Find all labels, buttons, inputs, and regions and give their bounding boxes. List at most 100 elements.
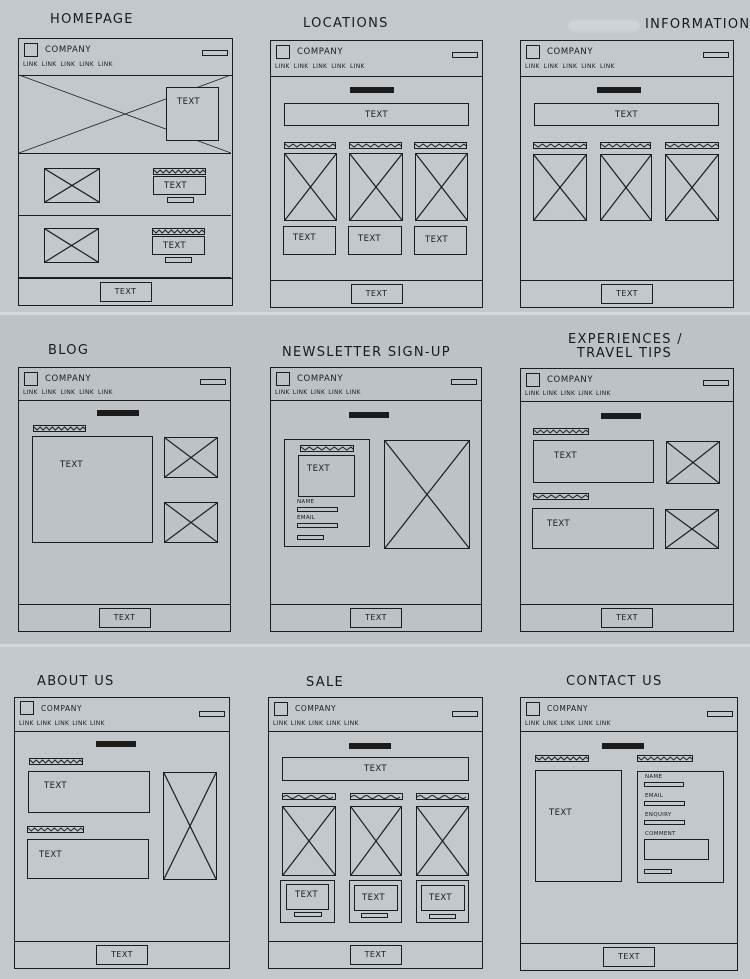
image-placeholder bbox=[665, 509, 719, 549]
subscribe-button[interactable] bbox=[297, 535, 324, 540]
header-button[interactable] bbox=[707, 711, 733, 717]
nav-link[interactable]: LINK bbox=[311, 389, 326, 396]
logo-placeholder[interactable] bbox=[274, 702, 288, 716]
product-button[interactable] bbox=[429, 914, 456, 919]
nav-links: LINK LINK LINK LINK LINK bbox=[525, 390, 611, 397]
nav-link[interactable]: LINK bbox=[578, 720, 593, 727]
footer-button[interactable]: TEXT bbox=[350, 284, 403, 304]
nav-link[interactable]: LINK bbox=[326, 720, 341, 727]
nav-link[interactable]: LINK bbox=[61, 61, 76, 68]
nav-link[interactable]: LINK bbox=[275, 389, 290, 396]
footer-button[interactable]: TEXT bbox=[601, 284, 653, 304]
nav-link[interactable]: LINK bbox=[294, 63, 309, 70]
comment-textarea[interactable] bbox=[644, 839, 709, 860]
banner-text: TEXT bbox=[614, 109, 639, 120]
nav-link[interactable]: LINK bbox=[23, 61, 38, 68]
nav-link[interactable]: LINK bbox=[293, 389, 308, 396]
footer-button[interactable]: TEXT bbox=[603, 947, 655, 967]
nav-link[interactable]: LINK bbox=[525, 720, 540, 727]
nav-link[interactable]: LINK bbox=[309, 720, 324, 727]
card-text: TEXT bbox=[293, 233, 317, 243]
nav-link[interactable]: LINK bbox=[563, 63, 578, 70]
nav-link[interactable]: LINK bbox=[350, 63, 365, 70]
header-button[interactable] bbox=[202, 50, 228, 56]
header-button[interactable] bbox=[703, 52, 729, 58]
nav-link[interactable]: LINK bbox=[42, 389, 57, 396]
nav-link[interactable]: LINK bbox=[596, 720, 611, 727]
nav-link[interactable]: LINK bbox=[581, 63, 596, 70]
logo-placeholder[interactable] bbox=[20, 701, 34, 715]
nav-link[interactable]: LINK bbox=[98, 61, 113, 68]
nav-link[interactable]: LINK bbox=[525, 390, 540, 397]
nav-link[interactable]: LINK bbox=[72, 720, 87, 727]
logo-placeholder[interactable] bbox=[526, 702, 540, 716]
image-placeholder bbox=[164, 502, 218, 543]
row-button[interactable] bbox=[165, 257, 192, 263]
submit-button[interactable] bbox=[644, 869, 672, 874]
product-button[interactable] bbox=[361, 913, 388, 918]
nav-link[interactable]: LINK bbox=[313, 63, 328, 70]
site-footer: TEXT bbox=[19, 278, 232, 305]
footer-button[interactable]: TEXT bbox=[349, 945, 402, 965]
header-button[interactable] bbox=[200, 379, 226, 385]
card-title-scribble bbox=[349, 142, 402, 149]
company-name: COMPANY bbox=[297, 47, 344, 57]
footer-button[interactable]: TEXT bbox=[350, 608, 402, 628]
nav-link[interactable]: LINK bbox=[561, 390, 576, 397]
nav-link[interactable]: LINK bbox=[331, 63, 346, 70]
nav-link[interactable]: LINK bbox=[79, 389, 94, 396]
nav-link[interactable]: LINK bbox=[346, 389, 361, 396]
email-input[interactable] bbox=[644, 801, 685, 806]
logo-placeholder[interactable] bbox=[276, 45, 290, 59]
footer-button[interactable]: TEXT bbox=[98, 608, 151, 628]
nav-link[interactable]: LINK bbox=[600, 63, 615, 70]
site-footer: TEXT bbox=[521, 943, 737, 970]
nav-link[interactable]: LINK bbox=[543, 720, 558, 727]
logo-placeholder[interactable] bbox=[24, 43, 38, 57]
row-button[interactable] bbox=[167, 197, 194, 203]
nav-link[interactable]: LINK bbox=[273, 720, 288, 727]
logo-placeholder[interactable] bbox=[24, 372, 38, 386]
header-button[interactable] bbox=[451, 379, 477, 385]
header-button[interactable] bbox=[199, 711, 225, 717]
nav-link[interactable]: LINK bbox=[525, 63, 540, 70]
nav-link[interactable]: LINK bbox=[275, 63, 290, 70]
wireframe-information: COMPANY LINK LINK LINK LINK LINK TEXT TE… bbox=[520, 40, 734, 308]
wireframe-sale: COMPANY LINK LINK LINK LINK LINK TEXT TE… bbox=[268, 697, 483, 969]
logo-placeholder[interactable] bbox=[526, 45, 540, 59]
footer-button[interactable]: TEXT bbox=[99, 282, 152, 302]
header-button[interactable] bbox=[452, 711, 478, 717]
nav-link[interactable]: LINK bbox=[544, 63, 559, 70]
nav-link[interactable]: LINK bbox=[90, 720, 105, 727]
nav-link[interactable]: LINK bbox=[19, 720, 34, 727]
nav-link[interactable]: LINK bbox=[23, 389, 38, 396]
enquiry-input[interactable] bbox=[644, 820, 685, 825]
logo-placeholder[interactable] bbox=[526, 373, 540, 387]
nav-link[interactable]: LINK bbox=[61, 389, 76, 396]
nav-link[interactable]: LINK bbox=[79, 61, 94, 68]
nav-link[interactable]: LINK bbox=[291, 720, 306, 727]
name-input[interactable] bbox=[297, 507, 338, 512]
nav-link[interactable]: LINK bbox=[328, 389, 343, 396]
nav-link[interactable]: LINK bbox=[42, 61, 57, 68]
nav-link[interactable]: LINK bbox=[596, 390, 611, 397]
site-footer: TEXT bbox=[269, 941, 482, 968]
nav-link[interactable]: LINK bbox=[543, 390, 558, 397]
footer-button[interactable]: TEXT bbox=[96, 945, 148, 965]
name-input[interactable] bbox=[644, 782, 684, 787]
nav-link[interactable]: LINK bbox=[55, 720, 70, 727]
nav-link[interactable]: LINK bbox=[98, 389, 113, 396]
product-button[interactable] bbox=[294, 912, 322, 917]
header-button[interactable] bbox=[452, 52, 478, 58]
nav-links: LINK LINK LINK LINK LINK bbox=[273, 720, 359, 727]
footer-button[interactable]: TEXT bbox=[601, 608, 653, 628]
header-button[interactable] bbox=[703, 380, 729, 386]
nav-link[interactable]: LINK bbox=[561, 720, 576, 727]
logo-placeholder[interactable] bbox=[276, 372, 290, 386]
nav-link[interactable]: LINK bbox=[37, 720, 52, 727]
nav-link[interactable]: LINK bbox=[344, 720, 359, 727]
nav-link[interactable]: LINK bbox=[578, 390, 593, 397]
wireframe-contact: COMPANY LINK LINK LINK LINK LINK TEXT NA… bbox=[520, 697, 738, 971]
email-input[interactable] bbox=[297, 523, 338, 528]
wireframe-experiences: COMPANY LINK LINK LINK LINK LINK TEXT TE… bbox=[520, 368, 734, 632]
